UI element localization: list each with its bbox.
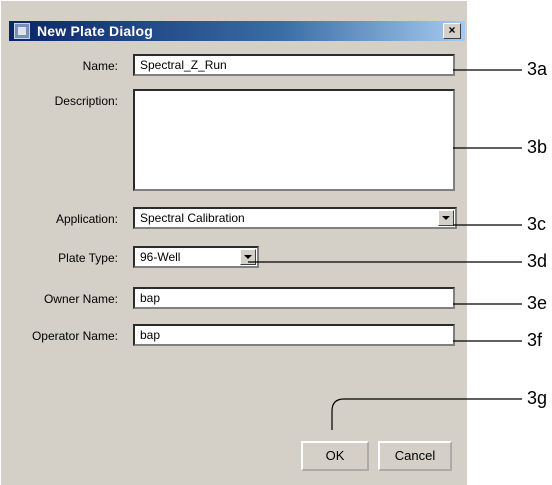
plate-type-value: 96-Well [140, 250, 181, 264]
operator-name-field[interactable]: bap [133, 324, 455, 346]
callout-3f: 3f [527, 330, 543, 350]
owner-name-field[interactable]: bap [133, 287, 455, 309]
callout-3b: 3b [527, 137, 548, 157]
chevron-down-icon[interactable] [438, 210, 454, 226]
cancel-button[interactable]: Cancel [378, 441, 452, 471]
operator-name-label: Operator Name: [31, 329, 118, 343]
description-field[interactable] [133, 89, 455, 191]
plate-type-label: Plate Type: [58, 251, 118, 265]
application-label: Application: [55, 212, 118, 226]
new-plate-dialog: New Plate Dialog × Name: Spectral_Z_Run … [0, 0, 467, 485]
callout-3a: 3a [527, 59, 548, 79]
owner-name-label: Owner Name: [43, 292, 118, 306]
dialog-title: New Plate Dialog [37, 23, 154, 39]
close-icon[interactable]: × [443, 23, 461, 39]
callout-3g: 3g [527, 388, 548, 408]
app-icon [14, 23, 30, 39]
callout-3d: 3d [527, 251, 548, 271]
name-field[interactable]: Spectral_Z_Run [133, 54, 455, 76]
application-select[interactable]: Spectral Calibration [133, 207, 457, 229]
application-value: Spectral Calibration [140, 211, 245, 225]
name-label: Name: [82, 59, 118, 73]
title-bar: New Plate Dialog × [9, 21, 465, 41]
plate-type-select[interactable]: 96-Well [133, 246, 259, 268]
callout-3e: 3e [527, 293, 548, 313]
description-label: Description: [54, 94, 118, 108]
callout-3c: 3c [527, 214, 547, 234]
ok-button[interactable]: OK [301, 441, 369, 471]
chevron-down-icon[interactable] [240, 249, 256, 265]
